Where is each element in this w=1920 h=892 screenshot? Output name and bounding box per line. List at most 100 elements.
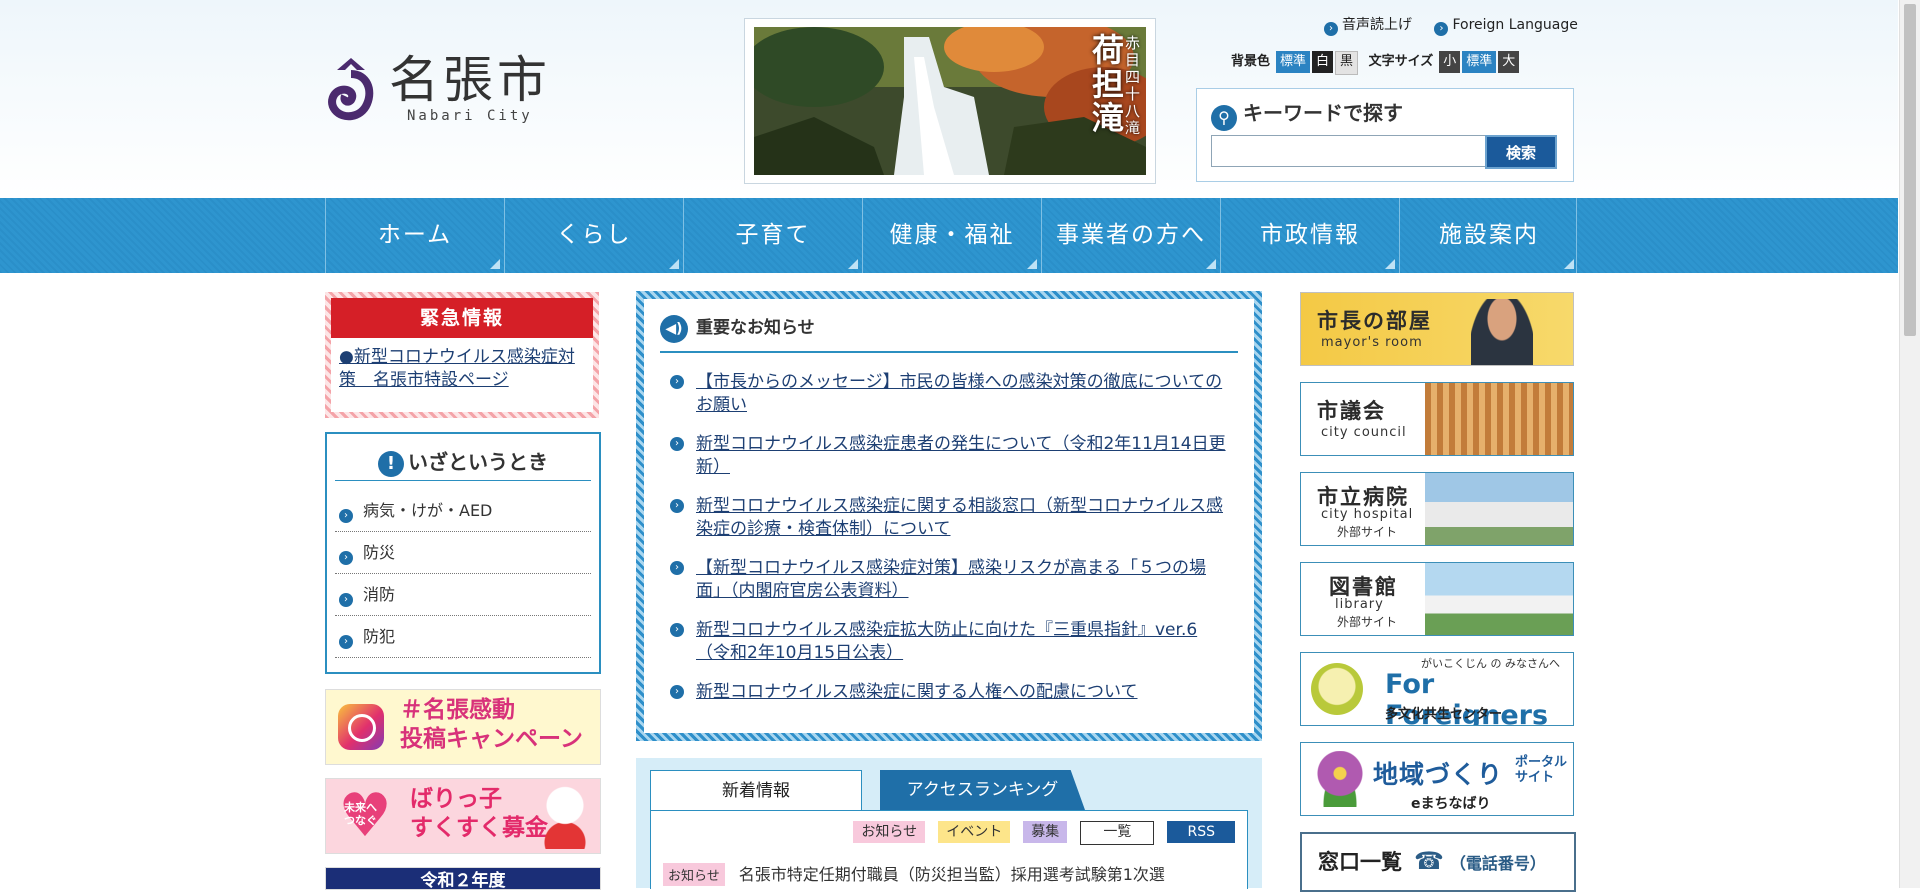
donation-banner[interactable]: ♥ 未来へ つなぐ ばりっ子 すくすく募金 — [325, 778, 601, 854]
city-emblem-icon — [328, 58, 374, 121]
counter-list-banner[interactable]: 窓口一覧 ☎ （電話番号） — [1300, 832, 1576, 892]
search-button[interactable]: 検索 — [1485, 135, 1557, 169]
news-filters: お知らせ イベント 募集 一覧 RSS — [845, 821, 1235, 845]
nav-city-info[interactable]: 市政情報 — [1220, 198, 1399, 273]
search-input[interactable] — [1211, 135, 1491, 167]
library-photo — [1425, 563, 1573, 635]
nav-kosodate[interactable]: 子育て — [683, 198, 862, 273]
font-small-button[interactable]: 小 — [1439, 51, 1461, 73]
arrow-right-icon: › — [339, 509, 353, 523]
emergency-title: 緊急情報 — [331, 298, 593, 338]
search-title: ⚲ キーワードで探す — [1211, 97, 1403, 131]
news-tabs: 新着情報 アクセスランキング お知らせ イベント 募集 一覧 RSS お知らせ名… — [636, 758, 1262, 889]
tab-latest[interactable]: 新着情報 — [650, 770, 862, 811]
latest-item-tag: お知らせ — [663, 863, 725, 886]
important-item[interactable]: › 【新型コロナウイルス感染症対策】感染リスクが高まる「５つの場面」（内閣府官房公… — [670, 557, 1230, 603]
reiwa-banner[interactable]: 令和２年度 — [325, 867, 601, 890]
font-large-button[interactable]: 大 — [1498, 51, 1520, 73]
emergency-box: 緊急情報 ●新型コロナウイルス感染症対策 名張市特設ページ — [325, 292, 599, 418]
important-item[interactable]: › 新型コロナウイルス感染症拡大防止に向けた『三重県指針』ver.6（令和2年10… — [670, 619, 1230, 665]
for-foreigners-subtitle: 多文化共生センター（NabiChan) — [1385, 707, 1503, 722]
important-item[interactable]: › 新型コロナウイルス感染症患者の発生について（令和2年11月14日更新） — [670, 433, 1230, 479]
important-item[interactable]: › 新型コロナウイルス感染症に関する相談窓口（新型コロナウイルス感染症の診療・検査… — [670, 495, 1230, 541]
latest-panel: お知らせ イベント 募集 一覧 RSS お知らせ 名張市特定任期付職員（防災担当監… — [650, 810, 1248, 889]
guide-item-fire[interactable]: › 消防 — [335, 574, 591, 616]
filter-recruit[interactable]: 募集 — [1023, 821, 1068, 843]
display-settings: 背景色 標準白黒 文字サイズ小標準大 — [1231, 50, 1521, 75]
site-logo[interactable]: 名張市 Nabari City — [327, 50, 557, 130]
scroll-thumb[interactable] — [1904, 4, 1916, 336]
filter-notice[interactable]: お知らせ — [853, 821, 926, 843]
nav-health-welfare[interactable]: 健康・福祉 — [862, 198, 1041, 273]
nav-divider — [1576, 198, 1577, 273]
arrow-right-icon: › — [670, 437, 684, 451]
hospital-photo — [1425, 473, 1573, 545]
tab-access-ranking[interactable]: アクセスランキング — [880, 770, 1085, 810]
font-size-label: 文字サイズ — [1368, 54, 1434, 69]
mayor-room-banner[interactable]: 市長の部屋 mayor's room — [1300, 292, 1574, 366]
rss-button[interactable]: RSS — [1167, 821, 1235, 843]
heart-caption: 未来へ つなぐ — [344, 801, 377, 827]
foreign-language-link[interactable]: › Foreign Language — [1434, 17, 1578, 36]
important-notices: ◀) 重要なお知らせ › 【市長からのメッセージ】市民の皆様への感染対策の徹底につい… — [636, 291, 1262, 741]
nav-kurashi[interactable]: くらし — [504, 198, 683, 273]
filter-event[interactable]: イベント — [938, 821, 1011, 843]
arrow-right-icon: › — [339, 551, 353, 565]
library-banner[interactable]: 図書館 library 外部サイト — [1300, 562, 1574, 636]
nav-facilities[interactable]: 施設案内 — [1399, 198, 1578, 273]
council-photo — [1425, 383, 1573, 455]
phone-icon: ☎ — [1414, 847, 1444, 875]
library-subtitle: library — [1335, 597, 1384, 612]
guide-item-illness[interactable]: › 病気・けが・AED — [335, 490, 591, 532]
site-name: 名張市 — [389, 51, 551, 109]
font-standard-button[interactable]: 標準 — [1462, 51, 1497, 73]
search-icon: ⚲ — [1211, 105, 1237, 131]
arrow-right-icon: › — [670, 375, 684, 389]
important-title: ◀) 重要なお知らせ — [660, 313, 1238, 353]
important-item[interactable]: › 新型コロナウイルス感染症に関する人権への配慮について — [670, 681, 1230, 704]
utility-links: › 音声読上げ › Foreign Language — [1306, 14, 1578, 36]
global-nav: ホーム くらし 子育て 健康・福祉 事業者の方へ 市政情報 施設案内 — [0, 198, 1898, 273]
mayor-room-subtitle: mayor's room — [1321, 335, 1423, 350]
for-foreigners-banner[interactable]: がいこくじん の みなさんへ For Foreigners 多文化共生センター（… — [1300, 652, 1574, 726]
portal-site-label: ポータル サイト — [1515, 755, 1568, 785]
important-item[interactable]: › 【市長からのメッセージ】市民の皆様への感染対策の徹底についてのお願い — [670, 371, 1230, 417]
emergency-link[interactable]: ●新型コロナウイルス感染症対策 名張市特設ページ — [331, 338, 593, 392]
waterfall-banner[interactable]: 荷担滝 赤目四十八滝 — [744, 18, 1156, 184]
latest-item[interactable]: お知らせ 名張市特定任期付職員（防災担当監）採用選考試験第1次選 — [663, 861, 1165, 886]
city-council-title: 市議会 — [1317, 399, 1386, 423]
bg-white-button[interactable]: 白 — [1312, 51, 1334, 73]
donation-text: ばりっ子 すくすく募金 — [410, 786, 548, 841]
nav-business[interactable]: 事業者の方へ — [1041, 198, 1220, 273]
bg-color-label: 背景色 — [1231, 54, 1271, 69]
community-portal-subtitle: eまちなばり — [1411, 796, 1491, 812]
bg-black-button[interactable]: 黒 — [1335, 51, 1359, 75]
community-portal-banner[interactable]: 地域づくり ポータル サイト eまちなばり — [1300, 742, 1574, 816]
arrow-right-icon: › — [670, 561, 684, 575]
speech-link[interactable]: › 音声読上げ — [1324, 17, 1412, 36]
community-portal-title: 地域づくり — [1373, 760, 1504, 789]
city-hospital-banner[interactable]: 市立病院 city hospital 外部サイト — [1300, 472, 1574, 546]
page-scrollbar[interactable] — [1899, 0, 1920, 888]
nav-home[interactable]: ホーム — [325, 198, 504, 273]
city-council-banner[interactable]: 市議会 city council — [1300, 382, 1574, 456]
counter-list-title: 窓口一覧 ☎ （電話番号） — [1318, 847, 1546, 875]
mayor-photo — [1471, 299, 1533, 365]
arrow-right-icon: › — [339, 593, 353, 607]
bg-standard-button[interactable]: 標準 — [1276, 51, 1311, 73]
iris-flower-icon — [1313, 751, 1367, 807]
hospital-external-label: 外部サイト — [1337, 525, 1398, 539]
hospital-subtitle: city hospital — [1321, 507, 1414, 522]
city-council-subtitle: city council — [1321, 425, 1407, 440]
list-button[interactable]: 一覧 — [1080, 821, 1155, 845]
instagram-campaign-text: ＃名張感動 投稿キャンペーン — [400, 697, 583, 752]
arrow-right-icon: › — [670, 623, 684, 637]
arrow-right-icon: › — [670, 499, 684, 513]
nabichan-mascot-icon — [1311, 663, 1363, 715]
guide-item-disaster[interactable]: › 防災 — [335, 532, 591, 574]
instagram-icon — [338, 704, 384, 750]
speaker-icon: ◀) — [660, 315, 688, 343]
banner-subtitle: 赤目四十八滝 — [1123, 35, 1141, 137]
guide-item-crime[interactable]: › 防犯 — [335, 616, 591, 658]
instagram-campaign-banner[interactable]: ＃名張感動 投稿キャンペーン — [325, 689, 601, 765]
